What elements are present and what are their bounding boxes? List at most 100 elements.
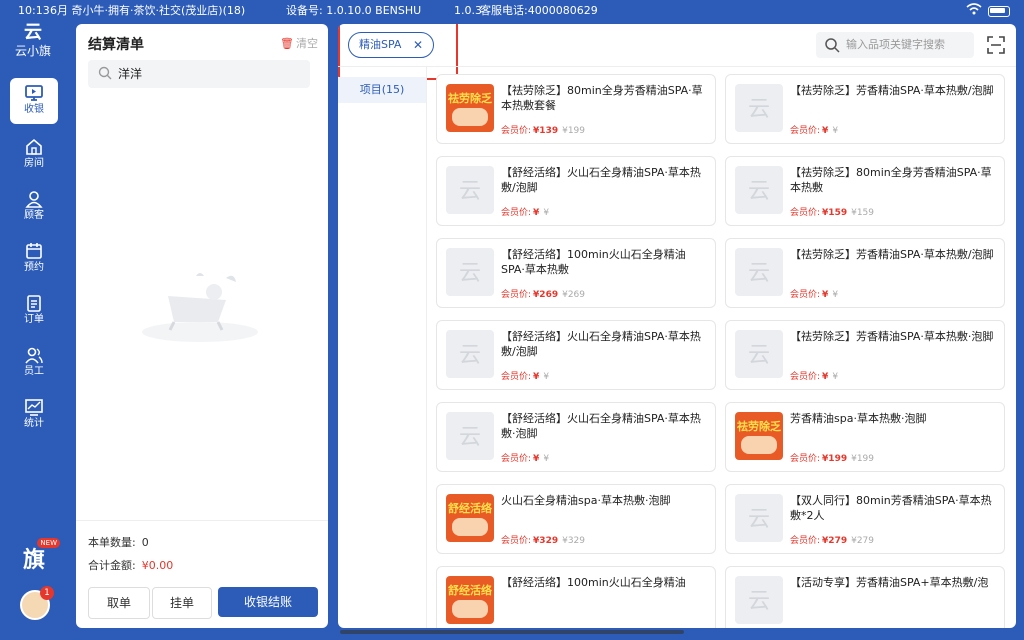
category-list: 项目(15) [338,67,427,628]
placeholder-image-icon: 云 [735,330,783,378]
order-count: 本单数量: 0 [88,536,149,549]
search-placeholder: 输入品项关键字搜索 [846,38,945,51]
placeholder-image-icon: 云 [735,248,783,296]
clear-button[interactable]: 🗑 清空 [280,35,318,51]
product-name: 【活动专享】芳香精油SPA+草本热敷/泡 [790,576,989,589]
item-search-input[interactable]: 输入品项关键字搜索 [816,32,974,58]
member-price: ¥ [533,372,540,382]
svg-text:云: 云 [748,507,770,532]
clipboard-icon [27,295,41,312]
member-price-label: 会员价: [790,126,821,136]
product-card[interactable]: 祛劳除乏 【祛劳除乏】80min全身芳香精油SPA·草本热敷套餐 会员价: ¥139 ¥… [436,74,716,144]
original-price: ¥329 [562,536,586,546]
search-icon [98,66,112,80]
scan-icon[interactable] [986,35,1006,55]
member-price-label: 会员价: [501,126,532,136]
member-price: ¥ [822,126,829,136]
monitor-icon [25,85,43,101]
home-indicator [340,630,684,634]
sidebar: 云 云小旗 收银 房间 顾客 预约 订单 员工 统计 旗 NEW 1 [0,22,66,640]
sidebar-item-statistics[interactable]: 统计 [10,392,58,438]
status-bar: 10:13 6月 奇小牛·拥有·茶饮·社交(茂业店)(18) 设备号: 1.0.… [0,0,1024,22]
product-card[interactable]: 祛劳除乏 芳香精油spa·草本热敷·泡脚 会员价: ¥199 ¥199 [725,402,1005,472]
product-area: 精油SPA ✕ 输入品项关键字搜索 项目(15) 祛劳除乏 【祛劳除乏】80min… [338,24,1016,628]
product-card[interactable]: 云【舒经活络】火山石全身精油SPA·草本热敷/泡脚 会员价: ¥ ¥ [436,156,716,226]
placeholder-image-icon: 云 [735,84,783,132]
product-card[interactable]: 舒经活络 火山石全身精油spa·草本热敷·泡脚 会员价: ¥329 ¥329 [436,484,716,554]
new-badge: NEW [37,538,60,548]
checkout-panel: 结算清单 🗑 清空 洋洋 本单数量: 0 合计金额: ¥0.00 取单 挂单 收银结账 [76,24,328,628]
battery-icon [988,6,1010,17]
sidebar-item-staff[interactable]: 员工 [10,340,58,386]
member-price: ¥ [822,372,829,382]
price-line: 会员价: ¥ ¥ [790,123,838,136]
original-price: ¥199 [851,454,875,464]
product-card[interactable]: 舒经活络 【舒经活络】100min火山石全身精油 [436,566,716,628]
placeholder-image-icon: 云 [446,166,494,214]
divider [76,520,328,521]
product-image: 舒经活络 [446,494,494,542]
hold-order-button[interactable]: 挂单 [152,587,212,619]
wifi-icon [966,3,982,15]
category-item-projects[interactable]: 项目(15) [338,77,426,103]
member-price-label: 会员价: [790,208,821,218]
original-price: ¥ [832,372,839,382]
device-id: 设备号: 1.0.10.0 BENSHU [286,4,422,17]
version-number: 1.0.3 [454,4,482,17]
original-price: ¥ [543,372,550,382]
product-name: 【舒经活络】100min火山石全身精油 [501,576,686,589]
home-icon [26,138,42,155]
price-line: 会员价: ¥269 ¥269 [501,287,585,300]
search-icon [825,38,840,53]
price-line: 会员价: ¥199 ¥199 [790,451,874,464]
take-order-button[interactable]: 取单 [88,587,150,619]
product-card[interactable]: 云【祛劳除乏】芳香精油SPA·草本热敷/泡脚 会员价: ¥ ¥ [725,74,1005,144]
product-card[interactable]: 云【舒经活络】火山石全身精油SPA·草本热敷·泡脚 会员价: ¥ ¥ [436,402,716,472]
original-price: ¥159 [851,208,875,218]
member-price: ¥199 [822,454,848,464]
staff-icon [25,347,43,364]
product-card[interactable]: 云【祛劳除乏】芳香精油SPA·草本热敷/泡脚 会员价: ¥ ¥ [725,238,1005,308]
product-image-title: 祛劳除乏 [737,420,781,433]
sidebar-item-reservations[interactable]: 预约 [10,236,58,282]
product-card[interactable]: 云 【活动专享】芳香精油SPA+草本热敷/泡 [725,566,1005,628]
price-line: 会员价: ¥139 ¥199 [501,123,585,136]
product-image-figure [741,436,777,454]
original-price: ¥279 [851,536,875,546]
product-name: 【双人同行】80min芳香精油SPA·草本热敷*2人 [790,494,992,522]
member-price-label: 会员价: [790,372,821,382]
svg-text:云: 云 [748,179,770,204]
checkout-button[interactable]: 收银结账 [218,587,318,617]
product-name: 【舒经活络】100min火山石全身精油SPA·草本热敷 [501,248,686,276]
sidebar-item-label: 订单 [24,314,44,325]
svg-text:云: 云 [459,179,481,204]
product-image-figure [452,108,488,126]
member-price-label: 会员价: [790,536,821,546]
product-card[interactable]: 云【祛劳除乏】80min全身芳香精油SPA·草本热敷 会员价: ¥159 ¥159 [725,156,1005,226]
product-card[interactable]: 云【祛劳除乏】芳香精油SPA·草本热敷·泡脚 会员价: ¥ ¥ [725,320,1005,390]
sidebar-item-orders[interactable]: 订单 [10,288,58,334]
svg-text:云: 云 [748,343,770,368]
svg-text:云: 云 [459,343,481,368]
original-price: ¥199 [562,126,586,136]
placeholder-image-icon: 云 [446,412,494,460]
placeholder-image-icon: 云 [446,330,494,378]
support-phone: 客服电话:4000080629 [480,4,598,17]
member-price-label: 会员价: [790,290,821,300]
promo-button[interactable]: 旗 NEW [14,538,60,582]
product-name: 【祛劳除乏】芳香精油SPA·草本热敷·泡脚 [790,330,994,343]
svg-text:云: 云 [748,261,770,286]
original-price: ¥ [832,290,839,300]
svg-text:云: 云 [748,97,770,122]
member-price: ¥329 [533,536,559,546]
divider [338,66,1016,67]
product-card[interactable]: 云【双人同行】80min芳香精油SPA·草本热敷*2人 会员价: ¥279 ¥279 [725,484,1005,554]
member-search-input[interactable]: 洋洋 [88,60,310,88]
avatar[interactable]: 1 [20,586,54,620]
sidebar-item-customers[interactable]: 顾客 [10,184,58,230]
product-card[interactable]: 云【舒经活络】火山石全身精油SPA·草本热敷/泡脚 会员价: ¥ ¥ [436,320,716,390]
member-price-label: 会员价: [501,536,532,546]
sidebar-item-cashier[interactable]: 收银 [10,78,58,124]
sidebar-item-rooms[interactable]: 房间 [10,132,58,178]
product-card[interactable]: 云【舒经活络】100min火山石全身精油SPA·草本热敷 会员价: ¥269 ¥269 [436,238,716,308]
